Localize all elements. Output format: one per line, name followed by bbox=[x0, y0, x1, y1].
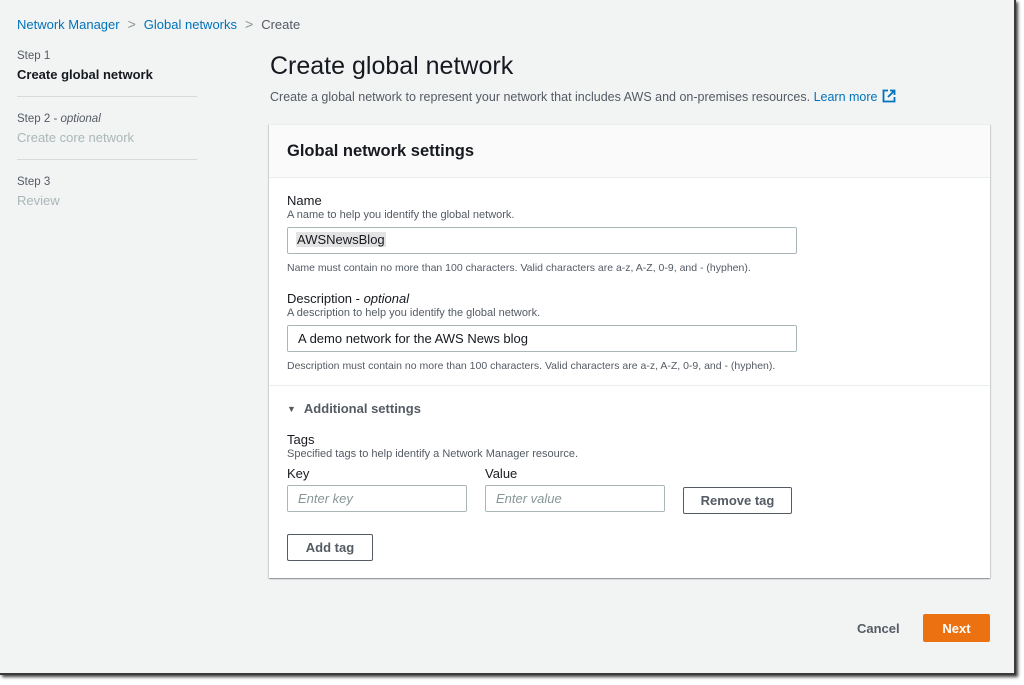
breadcrumb-global-networks[interactable]: Global networks bbox=[144, 17, 237, 32]
description-label-text: Description - bbox=[287, 291, 364, 306]
breadcrumb-network-manager[interactable]: Network Manager bbox=[17, 17, 120, 32]
description-input[interactable] bbox=[287, 325, 797, 352]
next-button[interactable]: Next bbox=[923, 614, 990, 642]
wizard-step-2: Step 2 - optional Create core network bbox=[17, 113, 197, 160]
tag-key-input[interactable] bbox=[287, 485, 467, 512]
tags-section: Tags Specified tags to help identify a N… bbox=[287, 432, 792, 561]
breadcrumb-separator-icon: > bbox=[245, 16, 254, 32]
page-title: Create global network bbox=[270, 52, 514, 80]
description-label: Description - optional bbox=[287, 291, 797, 306]
tag-value-column: Value bbox=[485, 466, 683, 514]
tags-hint: Specified tags to help identify a Networ… bbox=[287, 448, 579, 460]
cancel-button[interactable]: Cancel bbox=[845, 614, 912, 642]
tag-row: Key Value Remove tag bbox=[287, 466, 792, 514]
step-title: Create global network bbox=[17, 67, 153, 82]
step-optional-text: optional bbox=[60, 113, 101, 125]
step-number-text: Step 2 - bbox=[17, 113, 61, 125]
step-title: Review bbox=[17, 193, 60, 208]
learn-more-label: Learn more bbox=[813, 90, 878, 104]
remove-tag-button[interactable]: Remove tag bbox=[683, 487, 792, 514]
name-constraint: Name must contain no more than 100 chara… bbox=[287, 262, 751, 274]
breadcrumb: Network Manager > Global networks > Crea… bbox=[17, 16, 300, 32]
name-field: Name A name to help you identify the glo… bbox=[287, 193, 797, 274]
page-description-text: Create a global network to represent you… bbox=[270, 90, 811, 104]
step-number: Step 3 bbox=[17, 176, 51, 188]
section-divider bbox=[269, 385, 990, 386]
panel-title: Global network settings bbox=[287, 141, 475, 160]
tag-value-input[interactable] bbox=[485, 485, 665, 512]
name-hint: A name to help you identify the global n… bbox=[287, 209, 515, 221]
tag-key-column: Key bbox=[287, 466, 485, 514]
description-field: Description - optional A description to … bbox=[287, 291, 797, 372]
tags-label: Tags bbox=[287, 432, 315, 447]
name-input-wrapper: AWSNewsBlog bbox=[287, 227, 797, 254]
caret-down-icon: ▼ bbox=[287, 403, 296, 414]
learn-more-link[interactable]: Learn more bbox=[813, 89, 896, 106]
external-link-icon bbox=[882, 89, 896, 106]
description-optional-text: optional bbox=[363, 291, 410, 306]
add-tag-button[interactable]: Add tag bbox=[287, 534, 373, 561]
step-number: Step 1 bbox=[17, 50, 51, 62]
additional-settings-label: Additional settings bbox=[303, 401, 421, 416]
panel-header: Global network settings bbox=[269, 125, 990, 178]
tag-key-label: Key bbox=[287, 466, 310, 481]
wizard-step-1: Step 1 Create global network bbox=[17, 50, 197, 97]
breadcrumb-separator-icon: > bbox=[127, 16, 136, 32]
wizard-steps: Step 1 Create global network Step 2 - op… bbox=[17, 50, 197, 238]
page-description: Create a global network to represent you… bbox=[270, 89, 896, 106]
additional-settings-toggle[interactable]: ▼ Additional settings bbox=[287, 401, 421, 416]
name-input[interactable] bbox=[287, 227, 797, 254]
wizard-step-3: Step 3 Review bbox=[17, 176, 197, 222]
step-title: Create core network bbox=[17, 130, 135, 145]
tag-value-label: Value bbox=[485, 466, 518, 481]
page-container: Network Manager > Global networks > Crea… bbox=[0, 0, 1016, 675]
step-number: Step 2 - optional bbox=[17, 113, 197, 125]
name-label: Name bbox=[287, 193, 322, 208]
global-network-settings-panel: Global network settings Name A name to h… bbox=[269, 124, 990, 578]
breadcrumb-current: Create bbox=[261, 16, 301, 32]
description-hint: A description to help you identify the g… bbox=[287, 307, 541, 319]
description-constraint: Description must contain no more than 10… bbox=[287, 360, 776, 372]
